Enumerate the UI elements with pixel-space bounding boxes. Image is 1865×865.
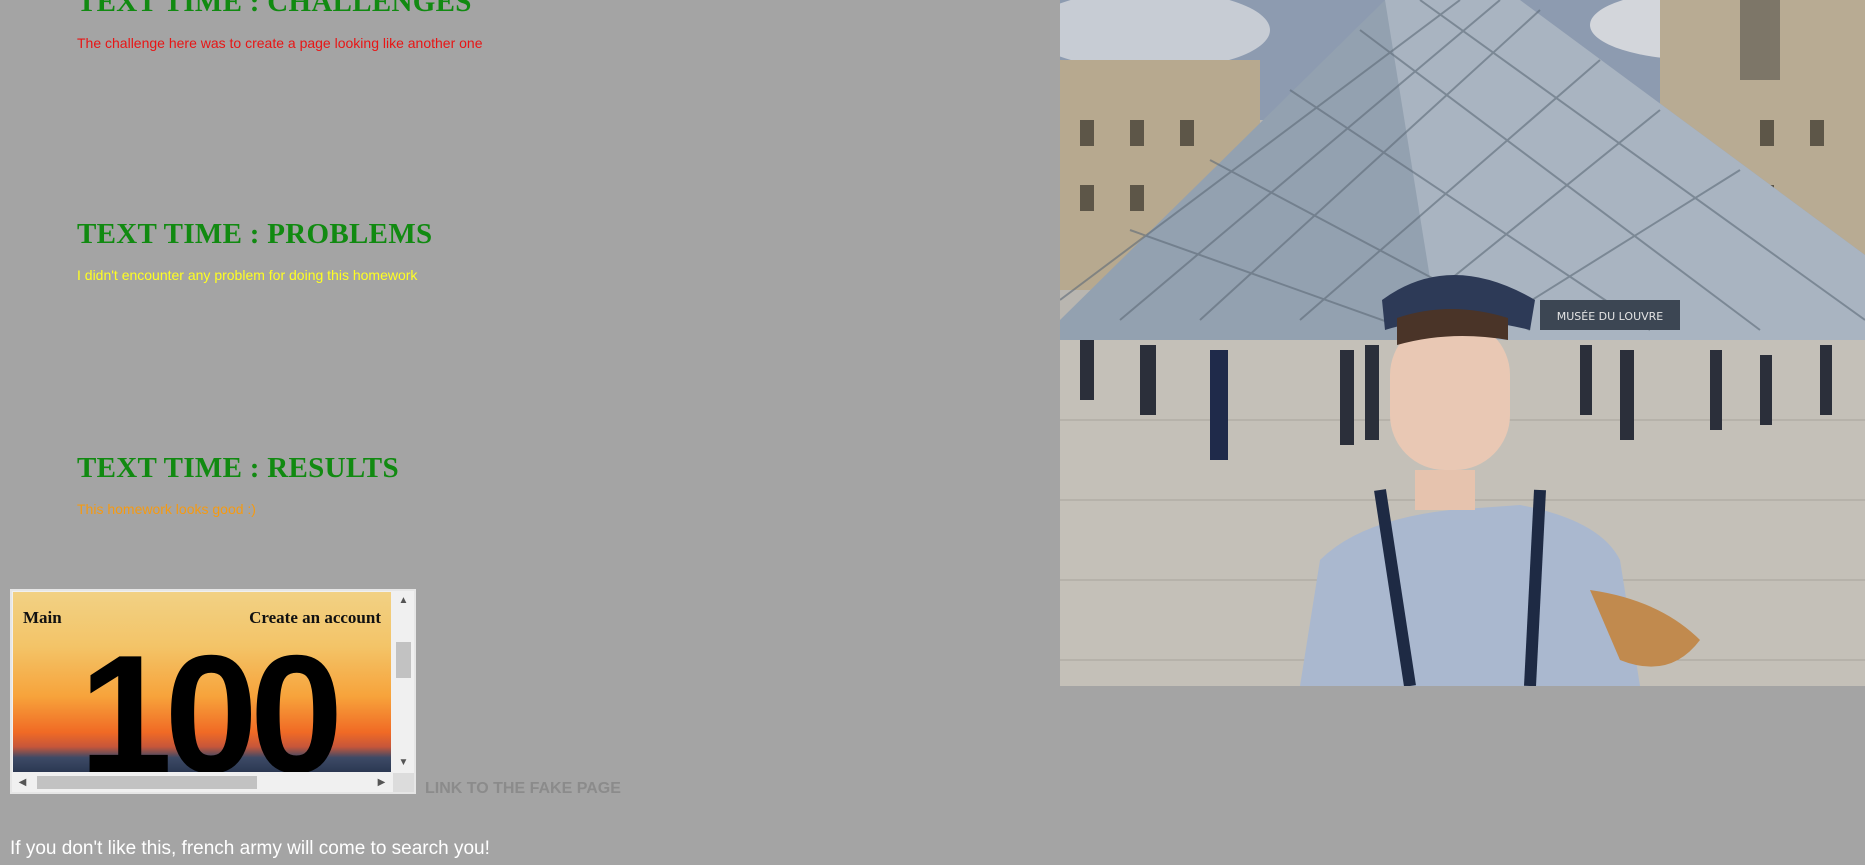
horizontal-scrollbar[interactable]: ◀ ▶ [13, 773, 391, 792]
results-text: This homework looks good :) [77, 501, 256, 517]
section-challenges: TEXT TIME : CHALLENGES The challenge her… [77, 0, 483, 51]
fake-page-link[interactable]: LINK TO THE FAKE PAGE [425, 780, 621, 798]
problems-heading: TEXT TIME : PROBLEMS [77, 218, 433, 250]
scroll-right-arrow-icon[interactable]: ▶ [372, 773, 391, 792]
embedded-nav-main-link[interactable]: Main [23, 608, 62, 628]
embedded-page-view[interactable]: Main Create an account 100 [13, 592, 391, 772]
results-heading: TEXT TIME : RESULTS [77, 452, 399, 484]
louvre-sign: MUSÉE DU LOUVRE [1557, 310, 1664, 323]
scroll-left-arrow-icon[interactable]: ◀ [13, 773, 32, 792]
embedded-page-frame[interactable]: Main Create an account 100 ▲ ▼ ◀ ▶ [10, 589, 416, 794]
vertical-scroll-thumb[interactable] [396, 642, 411, 678]
vertical-scrollbar[interactable]: ▲ ▼ [393, 592, 414, 772]
horizontal-scroll-thumb[interactable] [37, 776, 257, 789]
footer-text: If you don't like this, french army will… [10, 838, 490, 859]
challenges-heading: TEXT TIME : CHALLENGES [77, 0, 472, 18]
section-results: TEXT TIME : RESULTS This homework looks … [77, 452, 399, 517]
problems-text: I didn't encounter any problem for doing… [77, 267, 418, 283]
scrollbar-corner [393, 773, 414, 792]
scroll-up-arrow-icon[interactable]: ▲ [393, 592, 414, 610]
embedded-big-number: 100 [79, 620, 343, 772]
challenges-text: The challenge here was to create a page … [77, 35, 483, 51]
louvre-photo: MUSÉE DU LOUVRE [1060, 0, 1865, 686]
section-problems: TEXT TIME : PROBLEMS I didn't encounter … [77, 218, 433, 283]
scroll-down-arrow-icon[interactable]: ▼ [393, 754, 414, 772]
